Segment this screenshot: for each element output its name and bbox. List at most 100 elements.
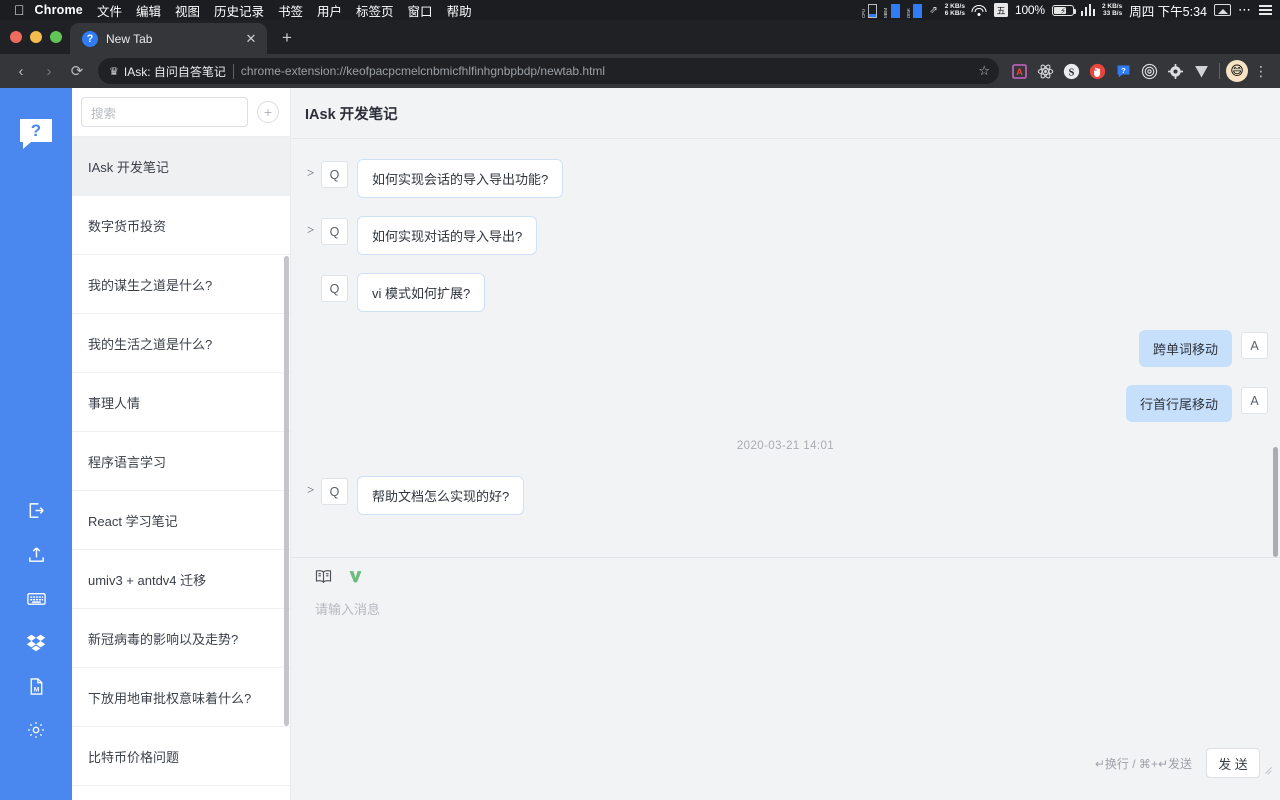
window-maximize-button[interactable]: [50, 31, 62, 43]
tab-close-icon[interactable]: ✕: [243, 31, 259, 47]
message-row-question[interactable]: > Q 如何实现会话的导入导出功能?: [291, 159, 1280, 198]
keyboard-icon[interactable]: [16, 576, 56, 620]
sidebar-item-life-way[interactable]: 我的生活之道是什么?: [72, 314, 290, 373]
export-icon[interactable]: [16, 488, 56, 532]
markdown-file-icon[interactable]: M: [16, 664, 56, 708]
activity-bars-icon[interactable]: [1080, 4, 1095, 16]
svg-text:S: S: [1068, 67, 1074, 78]
question-badge: Q: [321, 218, 348, 245]
profile-avatar[interactable]: 😄: [1226, 60, 1248, 82]
extension-s-icon[interactable]: S: [1059, 59, 1083, 83]
menu-file[interactable]: 文件: [97, 1, 122, 20]
menu-window[interactable]: 窗口: [408, 1, 433, 20]
control-center-icon[interactable]: [1259, 5, 1272, 15]
sidebar-item-programming-languages[interactable]: 程序语言学习: [72, 432, 290, 491]
send-button[interactable]: 发 送: [1206, 748, 1260, 778]
wifi-icon[interactable]: [971, 4, 987, 16]
message-row-question[interactable]: > Q 帮助文档怎么实现的好?: [291, 476, 1280, 515]
list-item-label: 数字货币投资: [88, 218, 167, 234]
menu-view[interactable]: 视图: [175, 1, 200, 20]
answer-bubble[interactable]: 跨单词移动: [1138, 330, 1232, 367]
cpu-gauge: [868, 3, 878, 18]
extension-adblock-hand-icon[interactable]: [1085, 59, 1109, 83]
window-close-button[interactable]: [10, 31, 22, 43]
dropbox-icon[interactable]: [16, 620, 56, 664]
sidebar-item-human-affairs[interactable]: 事理人情: [72, 373, 290, 432]
apple-icon[interactable]: : [6, 3, 35, 17]
iask-logo-icon[interactable]: ?: [16, 114, 56, 154]
conversation-list[interactable]: IAsk 开发笔记 数字货币投资 我的谋生之道是什么? 我的生活之道是什么? 事…: [72, 137, 290, 800]
extension-origin-chip[interactable]: ♛ IAsk: 自问自答笔记: [109, 63, 226, 80]
sidebar-item-land-approval[interactable]: 下放用地审批权意味着什么?: [72, 668, 290, 727]
question-bubble[interactable]: 如何实现对话的导入导出?: [357, 216, 538, 255]
extension-v-icon[interactable]: [1189, 59, 1213, 83]
extension-iask-icon[interactable]: ?: [1111, 59, 1135, 83]
sidebar-item-react-notes[interactable]: React 学习笔记: [72, 491, 290, 550]
expand-chevron-placeholder: >: [307, 273, 321, 301]
address-bar[interactable]: ♛ IAsk: 自问自答笔记 chrome-extension://keofpa…: [98, 58, 999, 84]
back-button[interactable]: ‹: [8, 58, 34, 84]
message-row-answer[interactable]: 行首行尾移动 A: [291, 385, 1280, 422]
traffic-monitor-icon[interactable]: 2 KB/s 33 B/s: [1102, 3, 1122, 17]
message-input[interactable]: 请输入消息: [291, 588, 1280, 748]
extension-a-icon[interactable]: A: [1007, 59, 1031, 83]
extension-react-icon[interactable]: [1033, 59, 1057, 83]
cpu-monitor-icon[interactable]: CPU: [861, 3, 878, 18]
message-row-question[interactable]: > Q 如何实现对话的导入导出?: [291, 216, 1280, 255]
window-traffic-lights: [8, 20, 70, 54]
sidebar-item-crypto-investing[interactable]: 数字货币投资: [72, 196, 290, 255]
expand-chevron-icon[interactable]: >: [307, 476, 321, 504]
browser-tab[interactable]: ? New Tab ✕: [70, 23, 267, 54]
menu-tabs[interactable]: 标签页: [356, 1, 394, 20]
message-row-answer[interactable]: 跨单词移动 A: [291, 330, 1280, 367]
upload-icon[interactable]: [16, 532, 56, 576]
question-bubble[interactable]: 帮助文档怎么实现的好?: [357, 476, 525, 515]
question-bubble[interactable]: 如何实现会话的导入导出功能?: [357, 159, 564, 198]
menubar-app-name[interactable]: Chrome: [35, 3, 83, 17]
menu-help[interactable]: 帮助: [447, 1, 472, 20]
memory-monitor-icon[interactable]: MEM: [883, 3, 900, 18]
menubar-clock[interactable]: 周四 下午5:34: [1129, 1, 1207, 20]
answer-bubble[interactable]: 行首行尾移动: [1125, 385, 1232, 422]
expand-chevron-icon[interactable]: >: [307, 159, 321, 187]
chat-scrollbar[interactable]: [1273, 447, 1278, 557]
sidebar-item-bitcoin-price[interactable]: 比特币价格问题: [72, 727, 290, 786]
sidebar-scrollbar[interactable]: [284, 256, 289, 726]
menu-profiles[interactable]: 用户: [317, 1, 342, 20]
extension-gear-icon[interactable]: [1163, 59, 1187, 83]
search-input[interactable]: 搜索: [81, 97, 248, 127]
network-speed-indicator[interactable]: 2 KB/s 6 KB/s: [945, 3, 965, 17]
forward-button[interactable]: ›: [36, 58, 62, 84]
dictionary-book-icon[interactable]: [315, 569, 332, 584]
message-row-question[interactable]: > Q vi 模式如何扩展?: [291, 273, 1280, 312]
omnibox-divider: [232, 63, 234, 79]
vim-mode-icon[interactable]: [348, 569, 363, 584]
sidebar-item-umi-antd-migration[interactable]: umiv3 + antdv4 迁移: [72, 550, 290, 609]
expand-chevron-icon[interactable]: >: [307, 216, 321, 244]
airplay-icon[interactable]: [1214, 4, 1231, 16]
question-badge: Q: [321, 275, 348, 302]
sidebar-item-iask-dev-notes[interactable]: IAsk 开发笔记: [72, 137, 290, 196]
sidebar-item-livelihood[interactable]: 我的谋生之道是什么?: [72, 255, 290, 314]
menu-bookmarks[interactable]: 书签: [278, 1, 303, 20]
reload-button[interactable]: ⟳: [64, 58, 90, 84]
question-badge: Q: [321, 161, 348, 188]
disk-monitor-icon[interactable]: DISK: [906, 3, 923, 18]
input-method-icon[interactable]: 五: [993, 3, 1008, 17]
sidebar-item-covid-impact[interactable]: 新冠病毒的影响以及走势?: [72, 609, 290, 668]
new-tab-button[interactable]: +: [273, 24, 301, 52]
add-conversation-button[interactable]: +: [257, 101, 279, 123]
battery-icon[interactable]: ⚡: [1051, 4, 1077, 16]
question-bubble[interactable]: vi 模式如何扩展?: [357, 273, 486, 312]
net-up-value: 2 KB/s: [944, 3, 965, 10]
more-dots-icon[interactable]: ⋯: [1238, 2, 1252, 18]
composer-resize-handle[interactable]: [1264, 763, 1273, 775]
bookmark-star-icon[interactable]: ☆: [978, 63, 993, 79]
extension-target-icon[interactable]: [1137, 59, 1161, 83]
menu-edit[interactable]: 编辑: [136, 1, 161, 20]
window-minimize-button[interactable]: [30, 31, 42, 43]
network-arrows-icon[interactable]: ⇗: [929, 5, 937, 16]
browser-menu-icon[interactable]: ⋮: [1250, 60, 1272, 82]
settings-gear-icon[interactable]: [16, 708, 56, 752]
menu-history[interactable]: 历史记录: [214, 1, 264, 20]
